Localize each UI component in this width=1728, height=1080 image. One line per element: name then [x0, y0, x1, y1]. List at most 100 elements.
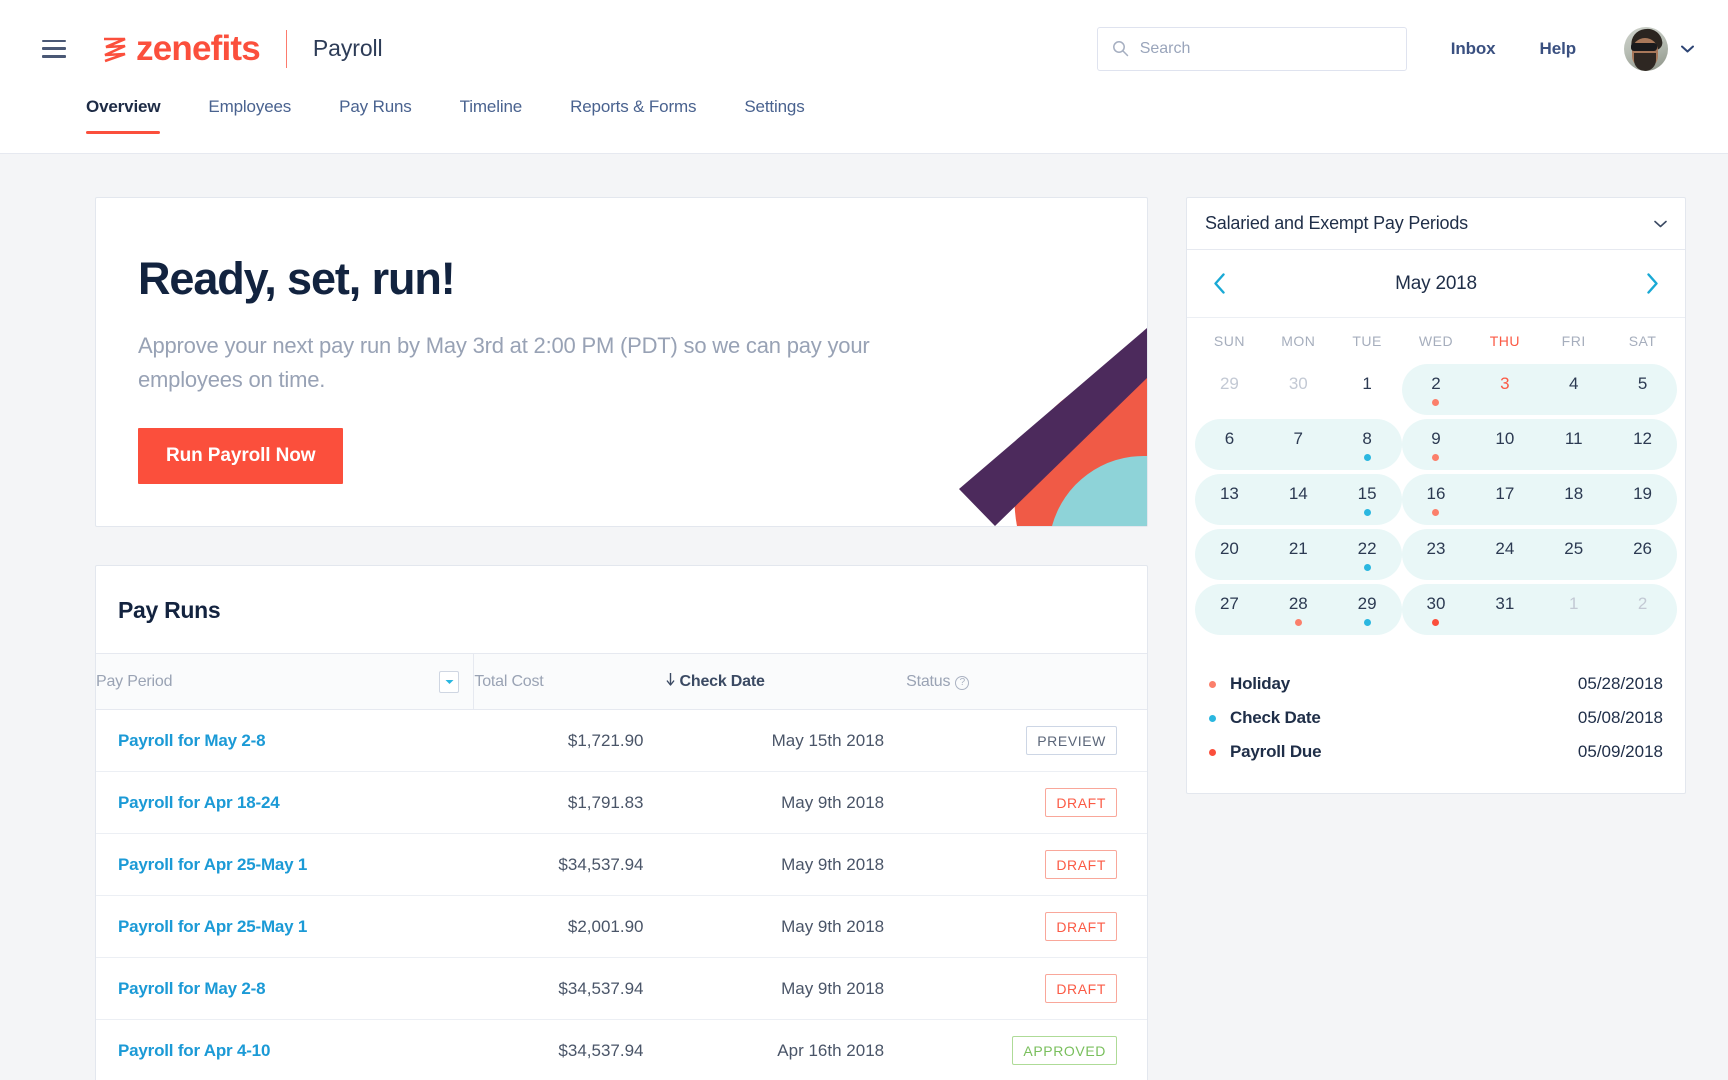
no-event-spacer	[1570, 509, 1577, 516]
total-cost-cell: $34,537.94	[474, 1020, 666, 1080]
calendar-day[interactable]: 21	[1264, 527, 1333, 582]
calendar-day[interactable]: 11	[1539, 417, 1608, 472]
calendar-day[interactable]: 24	[1470, 527, 1539, 582]
no-event-spacer	[1639, 509, 1646, 516]
hamburger-icon[interactable]	[42, 40, 66, 58]
calendar-day[interactable]: 2	[1402, 362, 1471, 417]
account-menu[interactable]	[1624, 27, 1694, 71]
filter-caret-icon[interactable]	[439, 671, 459, 693]
no-event-spacer	[1295, 564, 1302, 571]
holiday-dot-icon	[1432, 509, 1439, 516]
calendar-day[interactable]: 9	[1402, 417, 1471, 472]
calendar-day[interactable]: 30	[1264, 362, 1333, 417]
calendar-day[interactable]: 18	[1539, 472, 1608, 527]
column-header-check-date[interactable]: Check Date	[666, 654, 907, 710]
run-payroll-now-button[interactable]: Run Payroll Now	[138, 428, 343, 484]
side-column: Salaried and Exempt Pay Periods May 2018…	[1186, 197, 1686, 794]
tab-overview[interactable]: Overview	[86, 97, 160, 133]
tab-settings[interactable]: Settings	[744, 97, 804, 133]
pay-period-link[interactable]: Payroll for Apr 4-10	[118, 1041, 270, 1060]
column-header-status: Status?	[906, 654, 1147, 710]
calendar-day[interactable]: 1	[1333, 362, 1402, 417]
search-input[interactable]	[1140, 40, 1392, 58]
calendar-nav: May 2018	[1187, 250, 1685, 318]
check-date-cell: May 9th 2018	[666, 896, 907, 958]
tab-pay-runs[interactable]: Pay Runs	[339, 97, 412, 133]
calendar-week-row: 20 21 22 23 2425 26	[1195, 527, 1677, 582]
calendar-day-number: 21	[1289, 539, 1308, 559]
calendar-day[interactable]: 2	[1608, 582, 1677, 637]
calendar-day-number: 26	[1633, 539, 1652, 559]
calendar-day[interactable]: 28	[1264, 582, 1333, 637]
calendar-day[interactable]: 31	[1470, 582, 1539, 637]
no-event-spacer	[1570, 619, 1577, 626]
calendar-day[interactable]: 20	[1195, 527, 1264, 582]
ready-set-run-card: Ready, set, run! Approve your next pay r…	[95, 197, 1148, 527]
calendar-day[interactable]: 29	[1195, 362, 1264, 417]
calendar-day-number: 29	[1358, 594, 1377, 614]
top-bar: zenefits Payroll Inbox Help	[0, 0, 1728, 97]
calendar-day[interactable]: 8	[1333, 417, 1402, 472]
search-box[interactable]	[1097, 27, 1407, 71]
no-event-spacer	[1295, 509, 1302, 516]
calendar-day[interactable]: 22	[1333, 527, 1402, 582]
calendar-day[interactable]: 17	[1470, 472, 1539, 527]
calendar-day[interactable]: 3	[1470, 362, 1539, 417]
no-event-spacer	[1639, 564, 1646, 571]
calendar-day[interactable]: 12	[1608, 417, 1677, 472]
brand-logo[interactable]: zenefits	[100, 31, 260, 66]
table-row[interactable]: Payroll for May 2-8 $1,721.90 May 15th 2…	[96, 710, 1147, 772]
due-dot-icon	[1432, 619, 1439, 626]
calendar-day[interactable]: 25	[1539, 527, 1608, 582]
calendar-day[interactable]: 15	[1333, 472, 1402, 527]
calendar-day[interactable]: 26	[1608, 527, 1677, 582]
table-row[interactable]: Payroll for Apr 4-10 $34,537.94 Apr 16th…	[96, 1020, 1147, 1080]
help-link[interactable]: Help	[1540, 39, 1576, 59]
no-event-spacer	[1639, 399, 1646, 406]
total-cost-cell: $1,791.83	[474, 772, 666, 834]
question-mark-icon[interactable]: ?	[955, 676, 969, 690]
calendar-day[interactable]: 5	[1608, 362, 1677, 417]
calendar-day[interactable]: 23	[1402, 527, 1471, 582]
inbox-link[interactable]: Inbox	[1451, 39, 1496, 59]
legend-item-check-date: Check Date 05/08/2018	[1209, 701, 1663, 735]
pay-period-link[interactable]: Payroll for Apr 18-24	[118, 793, 279, 812]
calendar-day[interactable]: 6	[1195, 417, 1264, 472]
total-cost-cell: $34,537.94	[474, 834, 666, 896]
holiday-dot-icon	[1432, 399, 1439, 406]
column-header-total-cost[interactable]: Total Cost	[474, 654, 666, 710]
calendar-day[interactable]: 19	[1608, 472, 1677, 527]
calendar-day[interactable]: 14	[1264, 472, 1333, 527]
calendar-day[interactable]: 13	[1195, 472, 1264, 527]
no-event-spacer	[1432, 564, 1439, 571]
table-row[interactable]: Payroll for May 2-8 $34,537.94 May 9th 2…	[96, 958, 1147, 1020]
calendar-day-number: 31	[1495, 594, 1514, 614]
dow-fri: FRI	[1539, 333, 1608, 349]
table-row[interactable]: Payroll for Apr 25-May 1 $2,001.90 May 9…	[96, 896, 1147, 958]
calendar-day[interactable]: 4	[1539, 362, 1608, 417]
calendar-day[interactable]: 1	[1539, 582, 1608, 637]
pay-period-link[interactable]: Payroll for Apr 25-May 1	[118, 917, 307, 936]
next-month-button[interactable]	[1646, 273, 1659, 294]
pay-period-link[interactable]: Payroll for May 2-8	[118, 731, 265, 750]
calendar-day[interactable]: 29	[1333, 582, 1402, 637]
tab-reports-forms[interactable]: Reports & Forms	[570, 97, 696, 133]
calendar-day[interactable]: 7	[1264, 417, 1333, 472]
table-row[interactable]: Payroll for Apr 18-24 $1,791.83 May 9th …	[96, 772, 1147, 834]
calendar-day[interactable]: 10	[1470, 417, 1539, 472]
table-row[interactable]: Payroll for Apr 25-May 1 $34,537.94 May …	[96, 834, 1147, 896]
pay-period-type-select[interactable]: Salaried and Exempt Pay Periods	[1187, 198, 1685, 250]
pay-period-link[interactable]: Payroll for May 2-8	[118, 979, 265, 998]
tab-employees[interactable]: Employees	[208, 97, 291, 133]
brand-wordmark: zenefits	[136, 31, 260, 66]
tab-timeline[interactable]: Timeline	[460, 97, 522, 133]
calendar-week-row: 293012345	[1195, 362, 1677, 417]
prev-month-button[interactable]	[1213, 273, 1226, 294]
status-badge: DRAFT	[1045, 850, 1117, 879]
calendar-day-number: 23	[1427, 539, 1446, 559]
calendar-day[interactable]: 16	[1402, 472, 1471, 527]
calendar-day[interactable]: 30	[1402, 582, 1471, 637]
calendar-day[interactable]: 27	[1195, 582, 1264, 637]
pay-period-link[interactable]: Payroll for Apr 25-May 1	[118, 855, 307, 874]
check-date-cell: May 9th 2018	[666, 958, 907, 1020]
